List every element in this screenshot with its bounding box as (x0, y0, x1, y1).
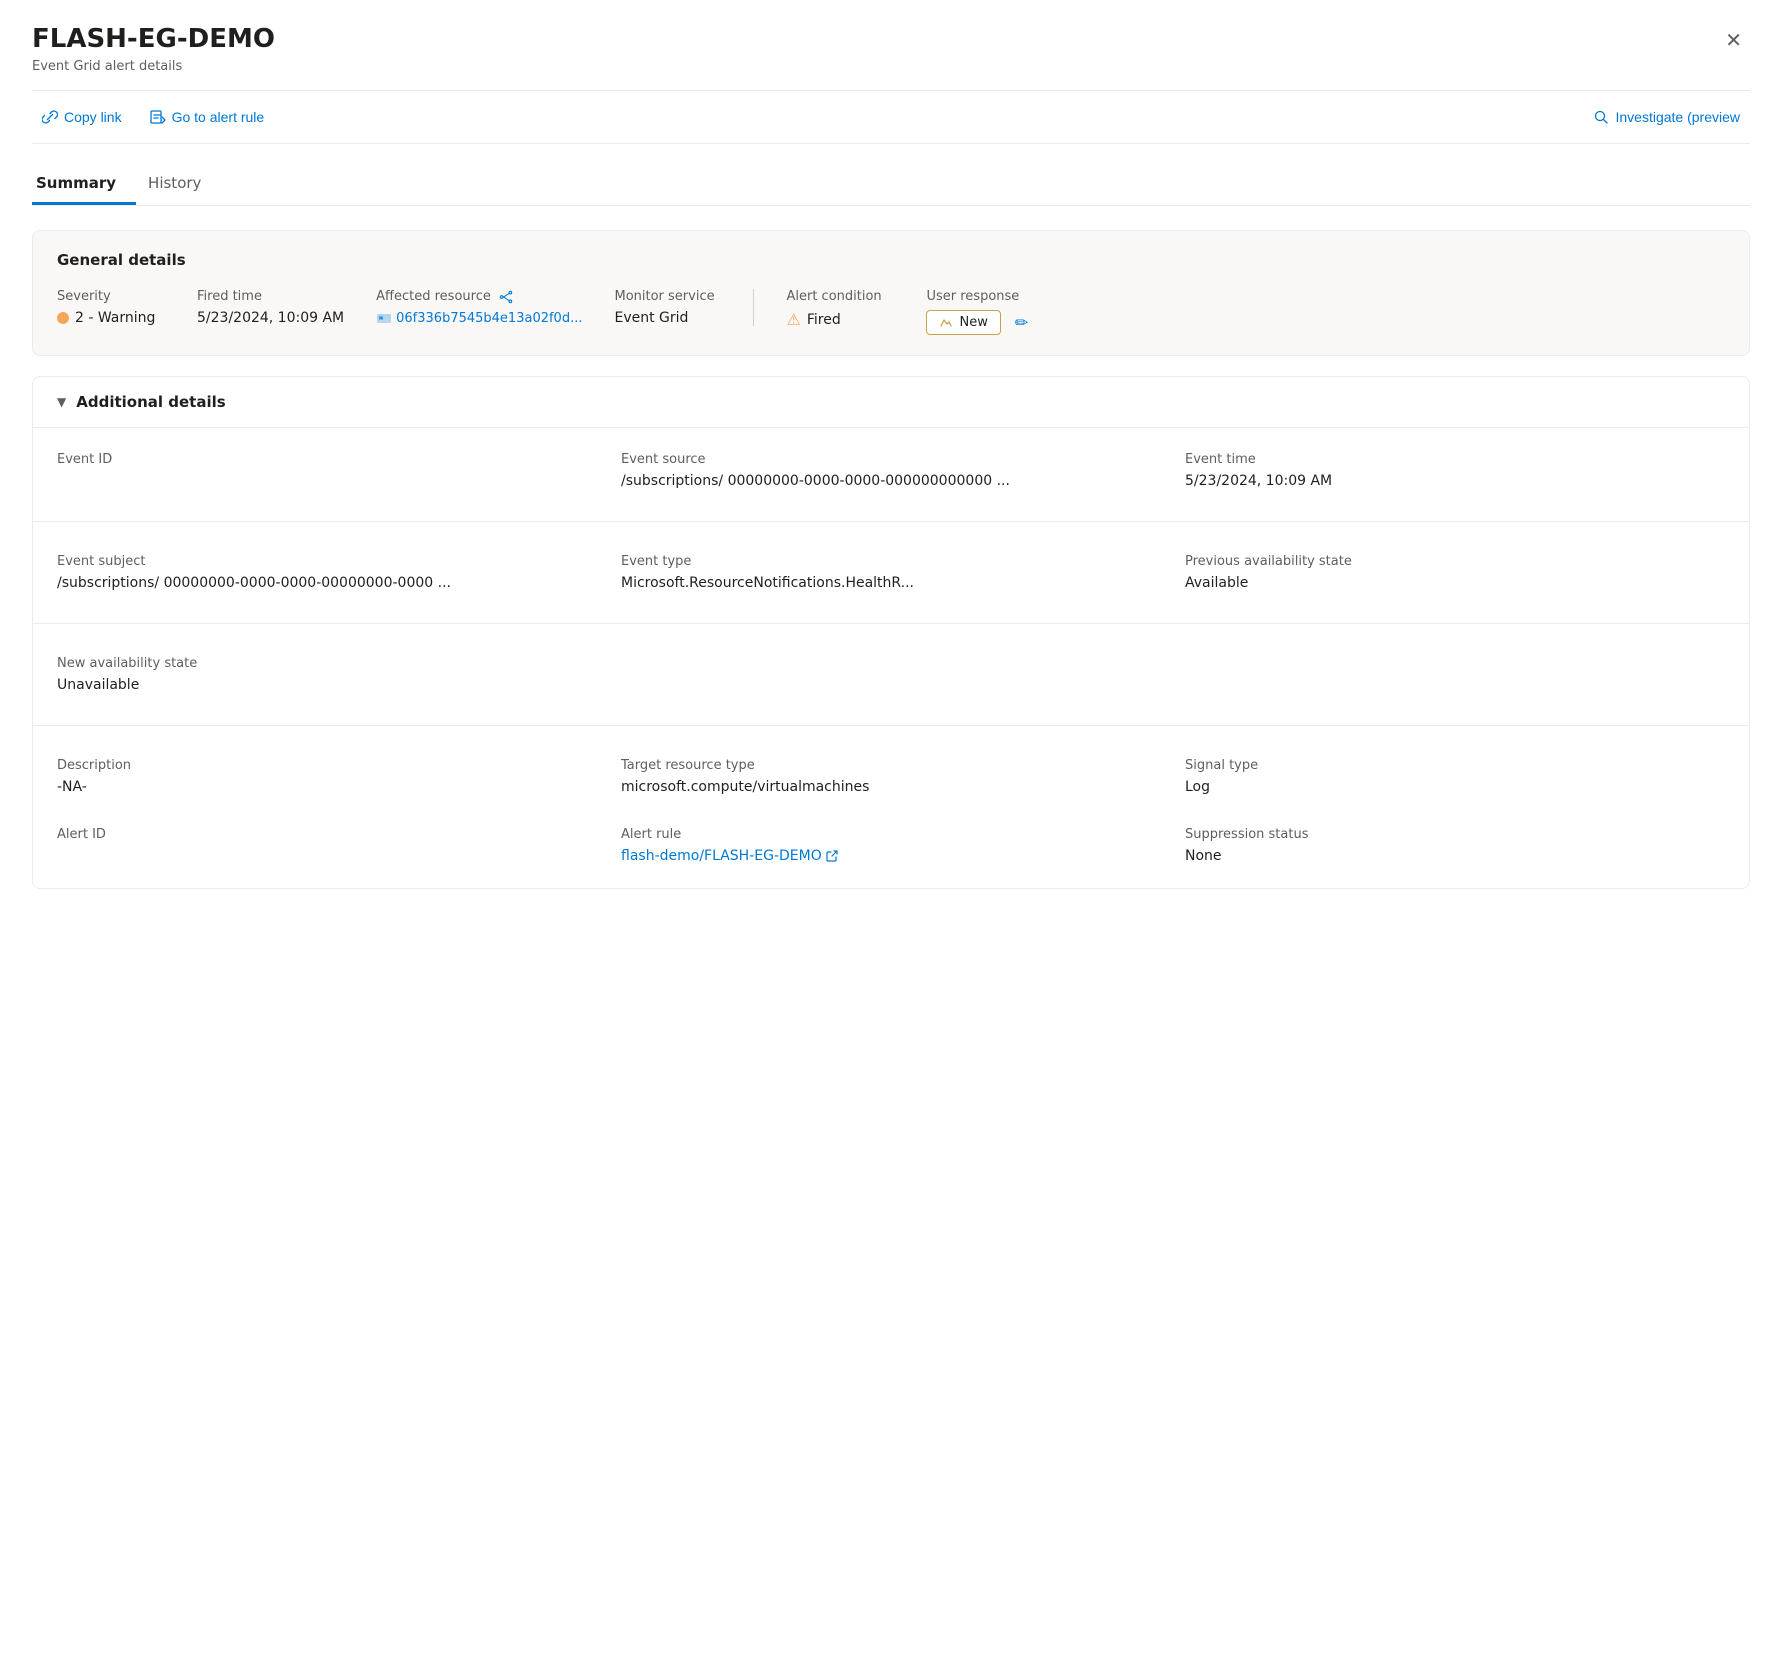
monitor-service-value: Event Grid (614, 310, 721, 326)
event-source-item: Event source /subscriptions/ 00000000-00… (621, 452, 1161, 489)
close-button[interactable]: ✕ (1717, 24, 1750, 57)
user-response-label: User response (926, 289, 1034, 304)
tab-summary[interactable]: Summary (32, 164, 136, 205)
additional-details-card: ▼ Additional details Event ID Event sour… (32, 376, 1750, 889)
general-details-grid: Severity 2 - Warning Fired time 5/23/202… (57, 289, 1725, 335)
severity-col: Severity 2 - Warning (57, 289, 197, 326)
prev-availability-label: Previous availability state (1185, 554, 1725, 569)
panel-title-area: FLASH-EG-DEMO Event Grid alert details (32, 24, 275, 74)
go-to-alert-rule-button[interactable]: Go to alert rule (140, 103, 275, 131)
suppression-status-label: Suppression status (1185, 827, 1725, 842)
investigate-button[interactable]: Investigate (preview (1583, 103, 1750, 131)
signal-type-item: Signal type Log (1185, 758, 1725, 795)
copy-link-button[interactable]: Copy link (32, 103, 132, 131)
general-details-card: General details Severity 2 - Warning Fir… (32, 230, 1750, 356)
investigate-label: Investigate (preview (1615, 109, 1740, 125)
signal-type-label: Signal type (1185, 758, 1725, 773)
go-to-alert-rule-label: Go to alert rule (172, 109, 265, 125)
alert-id-item: Alert ID (57, 827, 597, 864)
suppression-status-value: None (1185, 848, 1725, 864)
event-subject-label: Event subject (57, 554, 597, 569)
event-type-item: Event type Microsoft.ResourceNotificatio… (621, 554, 1161, 591)
event-time-value: 5/23/2024, 10:09 AM (1185, 473, 1725, 489)
monitor-service-col: Monitor service Event Grid (614, 289, 754, 326)
suppression-status-item: Suppression status None (1185, 827, 1725, 864)
severity-label: Severity (57, 289, 165, 304)
description-label: Description (57, 758, 597, 773)
prev-availability-item: Previous availability state Available (1185, 554, 1725, 591)
spacer-2 (1185, 656, 1725, 693)
panel-subtitle: Event Grid alert details (32, 59, 275, 74)
chevron-icon: ▼ (57, 395, 66, 409)
event-time-item: Event time 5/23/2024, 10:09 AM (1185, 452, 1725, 489)
panel-header: FLASH-EG-DEMO Event Grid alert details ✕ (32, 24, 1750, 74)
panel-title: FLASH-EG-DEMO (32, 24, 275, 55)
share-icon (499, 290, 513, 304)
alert-rule-label: Alert rule (621, 827, 1161, 842)
user-response-value: New ✏ (926, 310, 1034, 335)
additional-details-header[interactable]: ▼ Additional details (33, 377, 1749, 428)
affected-resource-col: Affected resource 06f336b7545b4e13a02f0d… (376, 289, 614, 326)
edit-icon[interactable]: ✏ (1015, 313, 1028, 332)
affected-resource-value[interactable]: 06f336b7545b4e13a02f0d... (376, 310, 582, 326)
fired-time-label: Fired time (197, 289, 344, 304)
details-grid: Event ID Event source /subscriptions/ 00… (33, 428, 1749, 888)
tabs-bar: Summary History (32, 164, 1750, 206)
fired-time-col: Fired time 5/23/2024, 10:09 AM (197, 289, 376, 326)
alert-id-label: Alert ID (57, 827, 597, 842)
additional-details-title: Additional details (76, 393, 225, 411)
alert-condition-value: ⚠ Fired (786, 310, 894, 329)
tab-history[interactable]: History (144, 164, 221, 205)
affected-resource-label: Affected resource (376, 289, 582, 304)
divider-1 (33, 521, 1749, 522)
new-availability-value: Unavailable (57, 677, 597, 693)
description-item: Description -NA- (57, 758, 597, 795)
new-availability-label: New availability state (57, 656, 597, 671)
general-details-title: General details (57, 251, 1725, 269)
investigate-icon (1593, 109, 1609, 125)
alert-rule-value[interactable]: flash-demo/FLASH-EG-DEMO (621, 848, 1161, 864)
user-response-col: User response New ✏ (926, 289, 1066, 335)
new-availability-item: New availability state Unavailable (57, 656, 597, 693)
new-badge-icon (939, 316, 953, 330)
resource-icon (376, 310, 392, 326)
event-subject-value: /subscriptions/ 00000000-0000-0000-00000… (57, 575, 597, 591)
target-resource-type-label: Target resource type (621, 758, 1161, 773)
event-subject-item: Event subject /subscriptions/ 00000000-0… (57, 554, 597, 591)
divider-3 (33, 725, 1749, 726)
description-value: -NA- (57, 779, 597, 795)
signal-type-value: Log (1185, 779, 1725, 795)
toolbar: Copy link Go to alert rule Investigate (… (32, 90, 1750, 144)
new-badge[interactable]: New (926, 310, 1000, 335)
spacer-1 (621, 656, 1161, 693)
external-link-icon (826, 850, 838, 862)
divider-2 (33, 623, 1749, 624)
prev-availability-value: Available (1185, 575, 1725, 591)
event-id-label: Event ID (57, 452, 597, 467)
monitor-service-label: Monitor service (614, 289, 721, 304)
event-type-value: Microsoft.ResourceNotifications.HealthR.… (621, 575, 1161, 591)
alert-condition-col: Alert condition ⚠ Fired (786, 289, 926, 329)
fired-time-value: 5/23/2024, 10:09 AM (197, 310, 344, 326)
event-id-item: Event ID (57, 452, 597, 489)
event-type-label: Event type (621, 554, 1161, 569)
severity-dot (57, 312, 69, 324)
alert-rule-icon (150, 109, 166, 125)
event-source-value: /subscriptions/ 00000000-0000-0000-00000… (621, 473, 1161, 489)
alert-rule-item: Alert rule flash-demo/FLASH-EG-DEMO (621, 827, 1161, 864)
target-resource-type-value: microsoft.compute/virtualmachines (621, 779, 1161, 795)
event-time-label: Event time (1185, 452, 1725, 467)
target-resource-type-item: Target resource type microsoft.compute/v… (621, 758, 1161, 795)
main-panel: FLASH-EG-DEMO Event Grid alert details ✕… (0, 0, 1782, 941)
copy-link-label: Copy link (64, 109, 122, 125)
copy-link-icon (42, 109, 58, 125)
severity-value: 2 - Warning (57, 310, 165, 326)
event-source-label: Event source (621, 452, 1161, 467)
alert-condition-label: Alert condition (786, 289, 894, 304)
warning-icon: ⚠ (786, 310, 800, 329)
